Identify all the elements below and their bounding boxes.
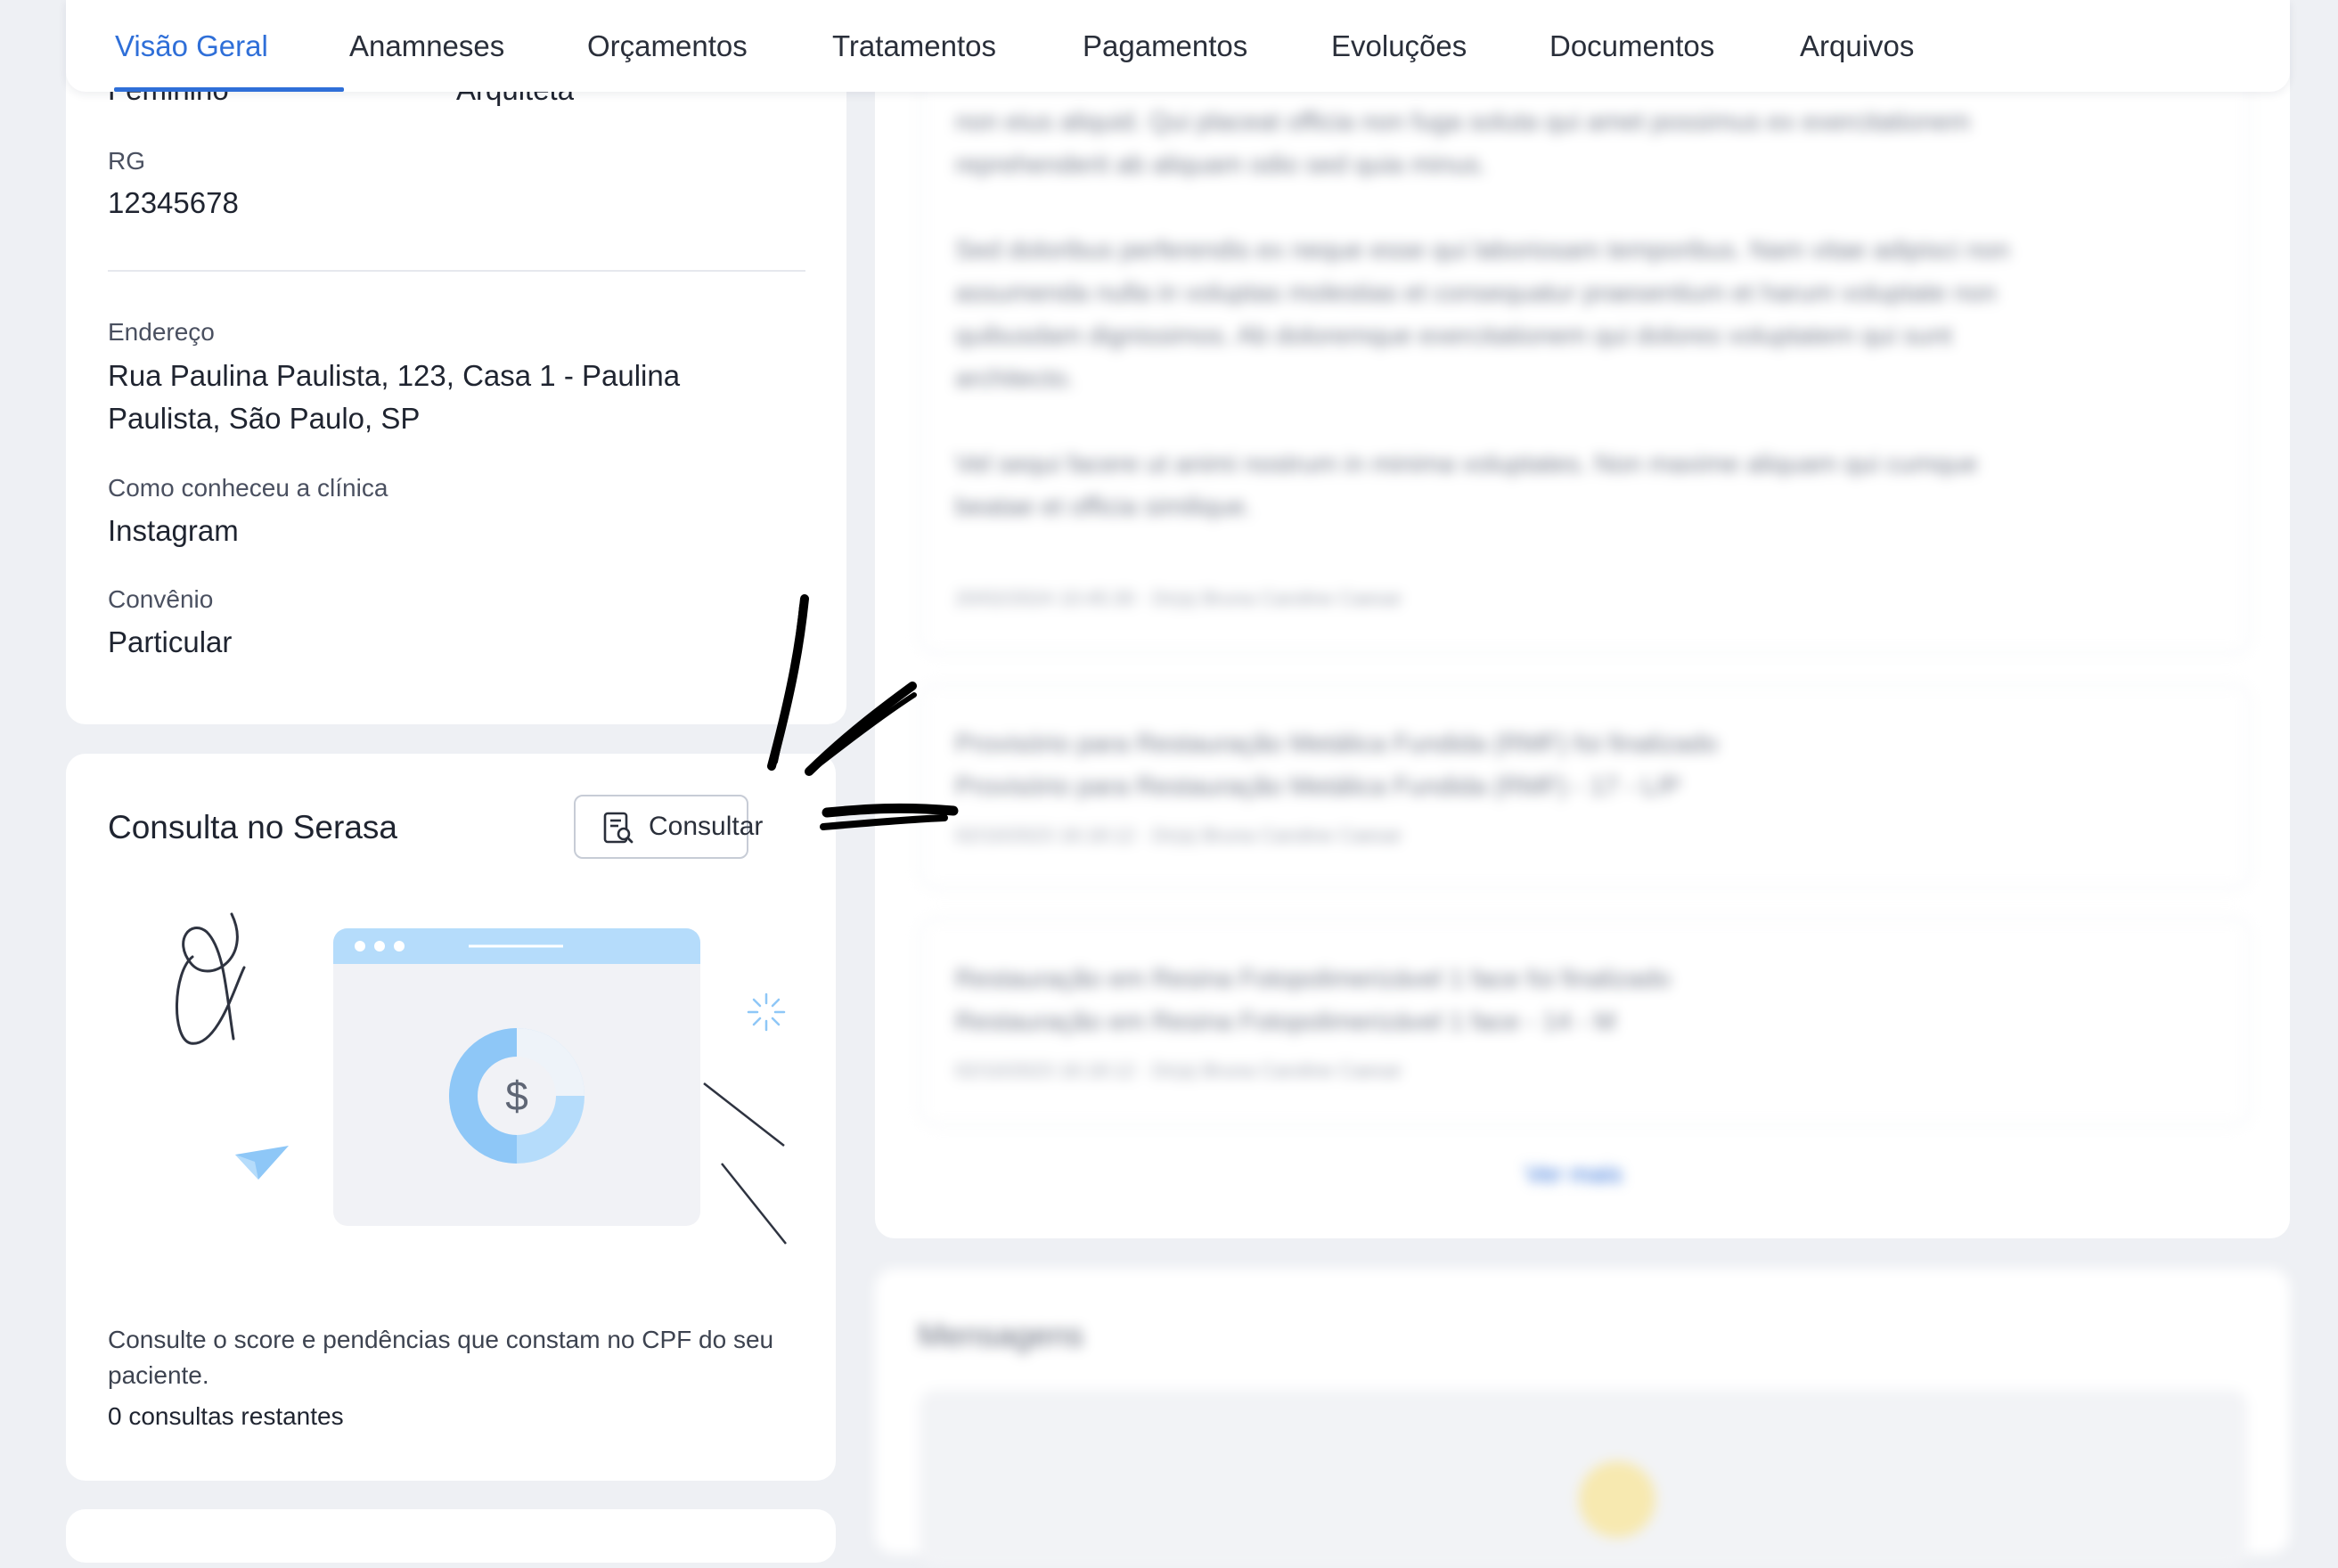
messages-box [920, 1390, 2247, 1568]
evolution-item-3-title: Restauração em Resina Fotopolimerizável … [955, 965, 1671, 993]
divider [108, 270, 805, 272]
address-line-1: Rua Paulina Paulista, 123, Casa 1 - Paul… [108, 359, 681, 392]
consultar-button[interactable]: Consultar [574, 795, 763, 859]
tab-documentos[interactable]: Documentos [1549, 27, 1714, 66]
empty-state-icon [1579, 1461, 1655, 1538]
remaining-consultations: 0 consultas restantes [108, 1402, 344, 1430]
address-label: Endereço [108, 318, 215, 346]
tab-tratamentos[interactable]: Tratamentos [832, 27, 996, 66]
tab-pagamentos[interactable]: Pagamentos [1083, 27, 1247, 66]
serasa-illustration: $ [176, 912, 787, 1245]
evolution-item-1-text: non eius aliquid. Qui placeat officia no… [955, 108, 2010, 521]
dollar-icon: $ [505, 1073, 528, 1119]
serasa-card: Consulta no Serasa Consultar $ Consulte … [66, 754, 836, 1481]
tab-bar: Visão Geral Anamneses Orçamentos Tratame… [66, 0, 2290, 92]
tab-orcamentos[interactable]: Orçamentos [587, 27, 748, 66]
right-column: non eius aliquid. Qui placeat officia no… [875, 0, 2290, 1568]
evolution-item-3-meta: 02/10/2023 16:18:12 · Dr(a) Bruna Caroli… [955, 1059, 1402, 1082]
next-card [66, 1509, 836, 1563]
insurance-value: Particular [108, 625, 233, 658]
evolution-item-3-detail: Restauração em Resina Fotopolimerizável … [955, 1008, 1616, 1036]
rg-label: RG [108, 147, 145, 175]
rg-value: 12345678 [108, 186, 239, 219]
messages-title: Mensagens [918, 1317, 1084, 1353]
see-more-link[interactable]: Ver mais [1525, 1160, 1623, 1188]
evolution-item-2-detail: Provisório para Restauração Metálica Fun… [955, 772, 1680, 801]
document-search-icon [603, 812, 634, 844]
referral-value: Instagram [108, 514, 239, 547]
serasa-title: Consulta no Serasa [108, 809, 397, 845]
evolution-item-2-title: Provisório para Restauração Metálica Fun… [955, 730, 1718, 758]
evolution-item-2-meta: 02/10/2023 16:18:12 · Dr(a) Bruna Caroli… [955, 824, 1402, 846]
tab-anamneses[interactable]: Anamneses [349, 27, 504, 66]
tab-visao-geral[interactable]: Visão Geral [115, 27, 268, 66]
evolutions-card: non eius aliquid. Qui placeat officia no… [875, 0, 2290, 1238]
annotation-marks [767, 594, 959, 830]
insurance-label: Convênio [108, 585, 214, 613]
tab-evolucoes[interactable]: Evoluções [1331, 27, 1467, 66]
referral-label: Como conheceu a clínica [108, 474, 388, 502]
serasa-description: Consulte o score e pendências que consta… [108, 1326, 774, 1389]
patient-info-card: Feminino Arquiteta RG 12345678 Endereço … [66, 0, 846, 724]
tab-arquivos[interactable]: Arquivos [1800, 27, 1914, 66]
address-line-2: Paulista, São Paulo, SP [108, 402, 421, 435]
active-tab-indicator [114, 87, 344, 92]
evolution-item-1-meta: 20/02/2024 10:45:30 · Dr(a) Bruna Caroli… [955, 587, 1402, 609]
